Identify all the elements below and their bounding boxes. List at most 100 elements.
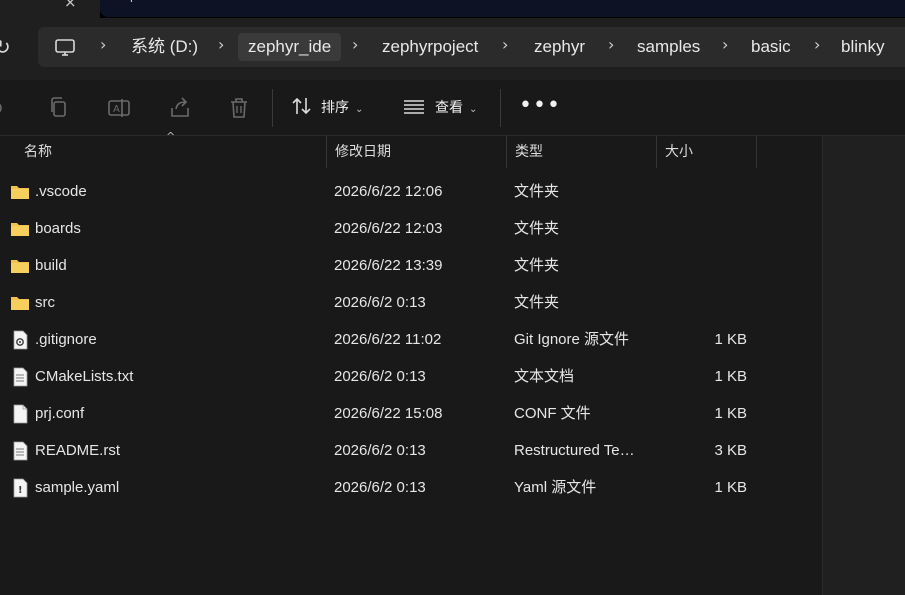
share-icon[interactable]	[168, 96, 192, 120]
view-icon	[404, 100, 424, 114]
computer-icon[interactable]	[55, 39, 75, 57]
details-pane	[822, 136, 905, 595]
file-icon	[13, 404, 28, 424]
file-name: .gitignore	[35, 331, 97, 348]
column-divider	[756, 136, 757, 168]
file-name: sample.yaml	[35, 479, 120, 496]
tab-current[interactable]: ×	[0, 0, 100, 18]
delete-icon[interactable]	[227, 96, 251, 120]
rename-icon[interactable]: A	[107, 96, 131, 120]
sort-label: 排序	[321, 100, 349, 116]
file-name: README.rst	[35, 442, 121, 459]
column-header-name[interactable]: 名称	[16, 136, 326, 168]
chevron-right-icon[interactable]: ›	[352, 35, 358, 54]
file-type: 文件夹	[514, 220, 560, 237]
tab-next[interactable]: +	[100, 0, 905, 17]
folder-icon	[11, 223, 29, 236]
more-options-icon[interactable]: •••	[519, 95, 561, 117]
breadcrumb-blinky[interactable]: blinky	[831, 33, 894, 61]
table-row[interactable]: ! sample.yaml 2026/6/2 0:13 Yaml 源文件 1 K…	[0, 469, 822, 506]
chevron-right-icon[interactable]: ›	[100, 35, 106, 54]
chevron-down-icon: ⌄	[355, 104, 364, 115]
svg-text:A: A	[113, 104, 120, 115]
file-type: 文件夹	[514, 294, 560, 311]
file-type: Restructured Te…	[514, 442, 635, 459]
file-modified: 2026/6/22 11:02	[334, 331, 442, 348]
tab-strip: × +	[0, 0, 905, 18]
file-modified: 2026/6/2 0:13	[334, 442, 426, 459]
chevron-right-icon[interactable]: ›	[722, 35, 728, 54]
file-size: 1 KB	[714, 368, 747, 385]
file-list: ^ 名称 修改日期 类型 大小 .vscode 2026/6/22 12:06 …	[0, 130, 822, 595]
breadcrumb-drive[interactable]: 系统 (D:)	[121, 33, 208, 61]
breadcrumb-samples[interactable]: samples	[627, 33, 710, 61]
table-row[interactable]: CMakeLists.txt 2026/6/2 0:13 文本文档 1 KB	[0, 358, 822, 395]
breadcrumb-basic[interactable]: basic	[741, 33, 801, 61]
column-header-row: ^ 名称 修改日期 类型 大小	[0, 130, 822, 168]
table-row[interactable]: .vscode 2026/6/22 12:06 文件夹	[0, 173, 822, 210]
file-name: build	[35, 257, 67, 274]
file-type: 文件夹	[514, 257, 560, 274]
file-type: Git Ignore 源文件	[514, 331, 630, 348]
file-name: prj.conf	[35, 405, 85, 422]
folder-icon	[11, 297, 29, 310]
breadcrumb-zephyrpoject[interactable]: zephyrpoject	[372, 33, 488, 61]
file-modified: 2026/6/22 12:06	[334, 183, 443, 200]
file-modified: 2026/6/2 0:13	[334, 479, 426, 496]
file-name: boards	[35, 220, 81, 237]
address-bar[interactable]: › 系统 (D:) › zephyr_ide › zephyrpoject › …	[38, 27, 905, 67]
command-bar: A 排序 ⌄ 查看 ⌄ •••	[0, 80, 905, 136]
toolbar-divider	[272, 89, 273, 127]
breadcrumb-zephyr-ide[interactable]: zephyr_ide	[238, 33, 342, 61]
column-header-type[interactable]: 类型	[506, 136, 656, 168]
folder-icon	[11, 186, 29, 199]
yaml-file-icon: !	[13, 478, 28, 498]
file-size: 1 KB	[714, 405, 747, 422]
file-name: .vscode	[35, 183, 87, 200]
file-type: CONF 文件	[514, 405, 591, 422]
file-modified: 2026/6/22 13:39	[334, 257, 443, 274]
chevron-down-icon: ⌄	[469, 104, 478, 115]
address-row: ↻ › 系统 (D:) › zephyr_ide › zephyrpoject …	[0, 18, 905, 80]
table-row[interactable]: README.rst 2026/6/2 0:13 Restructured Te…	[0, 432, 822, 469]
sort-button[interactable]: 排序 ⌄	[291, 95, 363, 121]
text-file-icon	[13, 441, 28, 461]
new-tab-icon[interactable]: +	[126, 0, 137, 6]
column-header-modified[interactable]: 修改日期	[326, 136, 506, 168]
view-button[interactable]: 查看 ⌄	[403, 95, 477, 121]
column-label: 修改日期	[335, 144, 391, 160]
tab-close-icon[interactable]: ×	[64, 0, 77, 11]
table-row[interactable]: src 2026/6/2 0:13 文件夹	[0, 284, 822, 321]
file-modified: 2026/6/22 12:03	[334, 220, 443, 237]
folder-icon	[11, 260, 29, 273]
table-row[interactable]: build 2026/6/22 13:39 文件夹	[0, 247, 822, 284]
breadcrumb-zephyr[interactable]: zephyr	[524, 33, 595, 61]
cut-icon[interactable]	[0, 96, 14, 120]
text-file-icon	[13, 367, 28, 387]
file-name: src	[35, 294, 55, 311]
table-row[interactable]: boards 2026/6/22 12:03 文件夹	[0, 210, 822, 247]
file-type: Yaml 源文件	[514, 479, 597, 496]
chevron-right-icon[interactable]: ›	[502, 35, 508, 54]
file-type: 文本文档	[514, 368, 575, 385]
svg-text:!: !	[18, 485, 23, 496]
column-label: 名称	[24, 144, 52, 160]
copy-icon[interactable]	[47, 96, 71, 120]
file-modified: 2026/6/2 0:13	[334, 368, 426, 385]
file-modified: 2026/6/2 0:13	[334, 294, 426, 311]
sort-icon	[292, 97, 311, 115]
file-size: 1 KB	[714, 331, 747, 348]
column-label: 类型	[515, 144, 543, 160]
chevron-right-icon[interactable]: ›	[608, 35, 614, 54]
file-size: 3 KB	[714, 442, 747, 459]
table-row[interactable]: prj.conf 2026/6/22 15:08 CONF 文件 1 KB	[0, 395, 822, 432]
file-size: 1 KB	[714, 479, 747, 496]
column-label: 大小	[665, 144, 693, 160]
table-row[interactable]: .gitignore 2026/6/22 11:02 Git Ignore 源文…	[0, 321, 822, 358]
view-label: 查看	[435, 100, 463, 116]
chevron-right-icon[interactable]: ›	[218, 35, 224, 54]
refresh-icon[interactable]: ↻	[0, 35, 11, 59]
file-name: CMakeLists.txt	[35, 368, 134, 385]
chevron-right-icon[interactable]: ›	[814, 35, 820, 54]
column-header-size[interactable]: 大小	[656, 136, 756, 168]
